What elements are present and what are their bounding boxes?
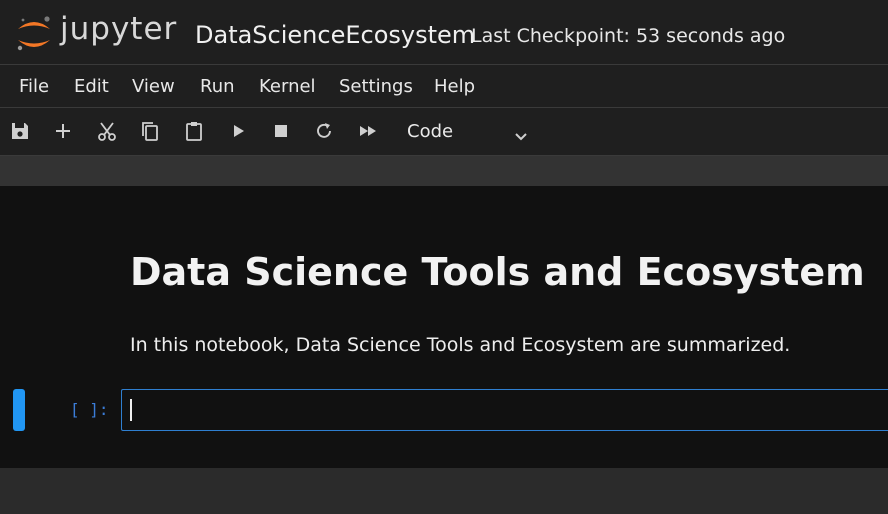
text-caret	[130, 399, 132, 421]
notebook-panel[interactable]: Data Science Tools and Ecosystem In this…	[0, 186, 888, 468]
notebook-footer	[0, 468, 888, 514]
markdown-heading: Data Science Tools and Ecosystem	[130, 250, 865, 294]
fast-forward-icon[interactable]	[357, 120, 379, 142]
chevron-down-icon	[513, 129, 529, 145]
menu-run[interactable]: Run	[200, 76, 235, 97]
paste-icon[interactable]	[183, 120, 205, 142]
cut-icon[interactable]	[96, 120, 118, 142]
menu-edit[interactable]: Edit	[74, 76, 109, 97]
checkpoint-status: Last Checkpoint: 53 seconds ago	[471, 25, 786, 47]
cell-type-select[interactable]: Code	[400, 117, 540, 147]
menu-view[interactable]: View	[132, 76, 175, 97]
stop-icon[interactable]	[270, 120, 292, 142]
cell-collapser[interactable]	[13, 389, 25, 431]
toolbar-separator	[0, 156, 888, 186]
menu-help[interactable]: Help	[434, 76, 475, 97]
notebook-header: jupyter DataScienceEcosystem Last Checkp…	[0, 0, 888, 65]
code-cell-input[interactable]	[121, 389, 888, 431]
cell-type-value: Code	[407, 121, 454, 142]
logo-wordmark: jupyter	[60, 11, 178, 47]
restart-icon[interactable]	[313, 120, 335, 142]
notebook-toolbar: Code	[0, 108, 888, 156]
jupyter-logo-icon[interactable]	[14, 13, 54, 55]
copy-icon[interactable]	[139, 120, 161, 142]
menu-file[interactable]: File	[19, 76, 49, 97]
menu-settings[interactable]: Settings	[339, 76, 413, 97]
menu-bar: File Edit View Run Kernel Settings Help	[0, 65, 888, 108]
input-prompt: [ ]:	[70, 400, 109, 419]
menu-kernel[interactable]: Kernel	[259, 76, 316, 97]
add-icon[interactable]	[52, 120, 74, 142]
notebook-title[interactable]: DataScienceEcosystem	[195, 21, 475, 49]
save-icon[interactable]	[9, 120, 31, 142]
run-icon[interactable]	[227, 120, 249, 142]
markdown-paragraph: In this notebook, Data Science Tools and…	[130, 334, 791, 356]
